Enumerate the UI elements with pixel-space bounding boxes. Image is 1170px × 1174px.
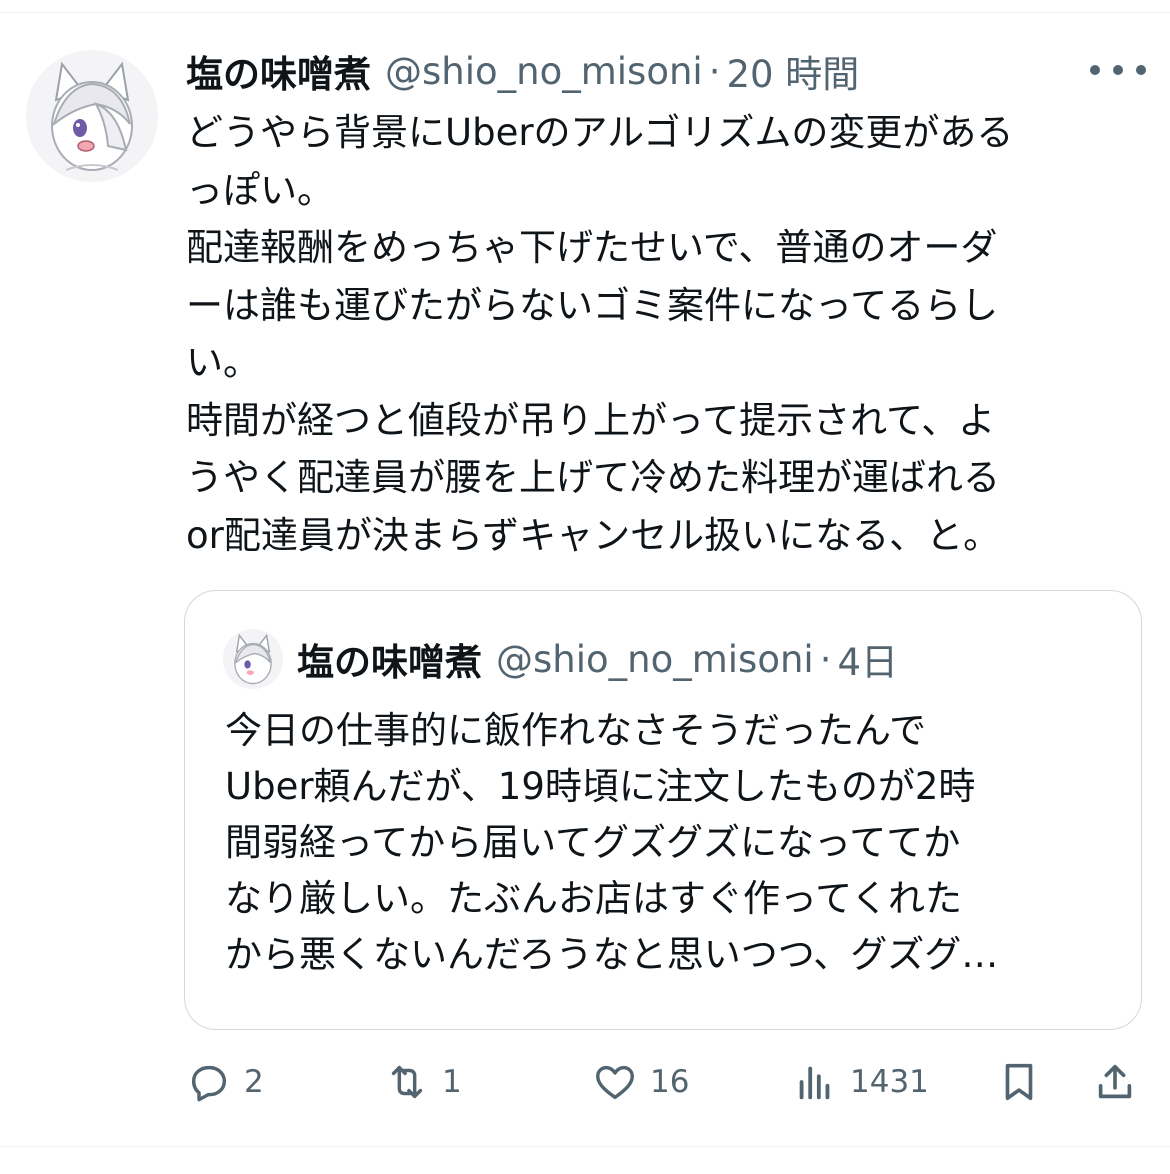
quoted-author-handle: @shio_no_misoni (496, 637, 814, 681)
tweet-text-line: っぽい。 (186, 168, 334, 212)
more-options-button[interactable] (1090, 52, 1146, 88)
tweet-timestamp[interactable]: 20 時間 (726, 44, 859, 98)
retweet-arrows-icon (391, 1065, 423, 1099)
quoted-text-line: Uber頼んだが、19時頃に注文したものが2時 (225, 765, 976, 808)
bottom-divider (0, 1146, 1170, 1147)
quoted-text-line: 間弱経ってから届いてグズグズになっててか (225, 821, 961, 864)
more-dots-icon (1090, 65, 1100, 75)
quoted-tweet-header: 塩の味噌煮 @shio_no_misoni · 4日 (297, 633, 898, 685)
author-display-name[interactable]: 塩の味噌煮 (186, 44, 371, 98)
tweet-text-line: い。 (186, 341, 260, 384)
quoted-text-line: から悪くないんだろうなと思いつつ、グズグ… (225, 933, 999, 976)
views-bars-icon (799, 1066, 830, 1100)
tweet-header: 塩の味噌煮 @shio_no_misoni · 20 時間 (186, 44, 859, 98)
more-dots-icon (1136, 65, 1146, 75)
like-count: 16 (650, 1064, 690, 1100)
more-dots-icon (1113, 65, 1123, 75)
quoted-text-line: 今日の仕事的に飯作れなさそうだったんで (225, 709, 927, 752)
tweet-text-line: 時間が経つと値段が吊り上がって提示されて、よ (186, 398, 996, 442)
quoted-tweet-card[interactable]: 塩の味噌煮 @shio_no_misoni · 4日 今日の仕事的に飯作れなさそ… (184, 590, 1142, 1030)
reply-bubble-icon (191, 1065, 227, 1102)
author-avatar[interactable] (26, 50, 158, 182)
quoted-author-display-name: 塩の味噌煮 (297, 641, 482, 684)
bookmark-icon (1005, 1063, 1033, 1101)
top-divider (0, 12, 1170, 13)
quoted-tweet-text: 今日の仕事的に飯作れなさそうだったんで Uber頼んだが、19時頃に注文したもの… (225, 703, 1105, 983)
like-button[interactable]: 16 (592, 1056, 689, 1108)
share-button[interactable] (1092, 1056, 1138, 1108)
tweet-text-line: うやく配達員が腰を上げて冷めた料理が運ばれる (186, 456, 1000, 499)
tweet-text-line: or配達員が決まらずキャンセル扱いになる、と。 (186, 513, 1001, 557)
reply-button[interactable]: 2 (186, 1056, 264, 1108)
tweet-text-line: 配達報酬をめっちゃ下げたせいで、普通のオーダ (186, 226, 998, 269)
header-separator: · (708, 49, 721, 93)
tweet-text-line: ーは誰も運びたがらないゴミ案件になってるらし (186, 283, 999, 327)
views-count: 1431 (850, 1064, 929, 1100)
retweet-button[interactable]: 1 (384, 1056, 462, 1108)
share-upload-icon (1098, 1064, 1132, 1099)
tweet-text-line: どうやら背景にUberのアルゴリズムの変更がある (186, 111, 1014, 154)
author-handle[interactable]: @shio_no_misoni (385, 50, 703, 93)
quoted-header-separator: · (819, 637, 832, 681)
quoted-tweet-timestamp: 4日 (837, 641, 899, 684)
reply-count: 2 (244, 1064, 264, 1100)
retweet-count: 1 (442, 1064, 462, 1100)
views-button[interactable]: 1431 (792, 1056, 929, 1108)
quoted-author-avatar (223, 629, 283, 689)
tweet-text: どうやら背景にUberのアルゴリズムの変更がある っぽい。 配達報酬をめっちゃ下… (186, 104, 1146, 564)
quoted-text-line: なり厳しい。たぶんお店はすぐ作ってくれた (225, 877, 963, 920)
bookmark-button[interactable] (996, 1056, 1042, 1108)
heart-icon (596, 1065, 634, 1100)
tweet-action-bar: 2 1 16 1431 (186, 1056, 1146, 1108)
